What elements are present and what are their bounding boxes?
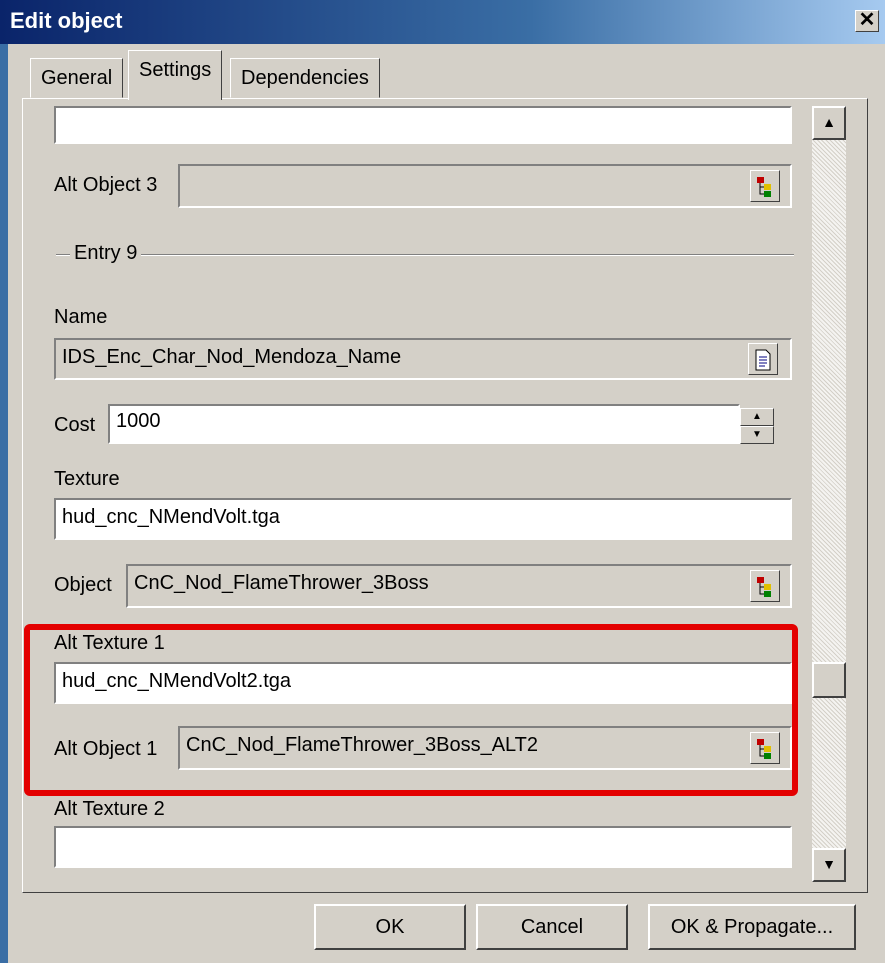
cost-label: Cost (54, 414, 96, 436)
red-highlight-box (24, 624, 798, 796)
tab-label: General (41, 67, 113, 89)
name-string-button[interactable] (748, 343, 778, 375)
tab-label: Settings (139, 59, 212, 81)
tab-dependencies[interactable]: Dependencies (230, 58, 380, 98)
object-field[interactable]: CnC_Nod_FlameThrower_3Boss (126, 564, 792, 608)
cost-input[interactable]: 1000 (108, 404, 740, 444)
tab-label: Dependencies (241, 67, 369, 89)
object-label: Object (54, 574, 112, 596)
cancel-button[interactable]: Cancel (476, 904, 628, 950)
name-field[interactable]: IDS_Enc_Char_Nod_Mendoza_Name (54, 338, 792, 380)
close-button[interactable]: ✕ (855, 10, 879, 32)
object-picker-button[interactable] (750, 570, 780, 602)
tree-picker-icon (757, 577, 771, 597)
scrollbar-thumb[interactable] (812, 662, 846, 698)
texture-label: Texture (54, 468, 120, 490)
spin-down-icon[interactable]: ▼ (740, 426, 774, 444)
name-label: Name (54, 306, 108, 328)
scroll-up-icon[interactable]: ▲ (812, 106, 846, 140)
window-frame (0, 44, 8, 963)
close-icon: ✕ (858, 9, 876, 31)
spin-up-icon[interactable]: ▲ (740, 408, 774, 426)
cost-spinner[interactable]: ▲ ▼ (740, 408, 774, 444)
tab-settings[interactable]: Settings (128, 50, 223, 100)
tree-picker-icon (757, 177, 771, 197)
vertical-scrollbar[interactable]: ▲ ▼ (812, 106, 846, 882)
window-title: Edit object (10, 8, 123, 33)
ok-propagate-button[interactable]: OK & Propagate... (648, 904, 856, 950)
ok-button[interactable]: OK (314, 904, 466, 950)
entry-group-label: Entry 9 (70, 242, 142, 265)
alt-object-3-label: Alt Object 3 (54, 174, 158, 196)
texture-input[interactable]: hud_cnc_NMendVolt.tga (54, 498, 792, 540)
alt-texture-2-label: Alt Texture 2 (54, 798, 165, 820)
group-divider (56, 254, 794, 256)
document-icon (755, 349, 771, 371)
alt-texture-2-input[interactable] (54, 826, 792, 868)
tab-general[interactable]: General (30, 58, 124, 98)
alt-object-3-field[interactable] (178, 164, 792, 208)
alt-object-3-picker-button[interactable] (750, 170, 780, 202)
top-partial-field[interactable] (54, 106, 792, 144)
scroll-down-icon[interactable]: ▼ (812, 848, 846, 882)
title-bar: Edit object ✕ (0, 0, 885, 44)
